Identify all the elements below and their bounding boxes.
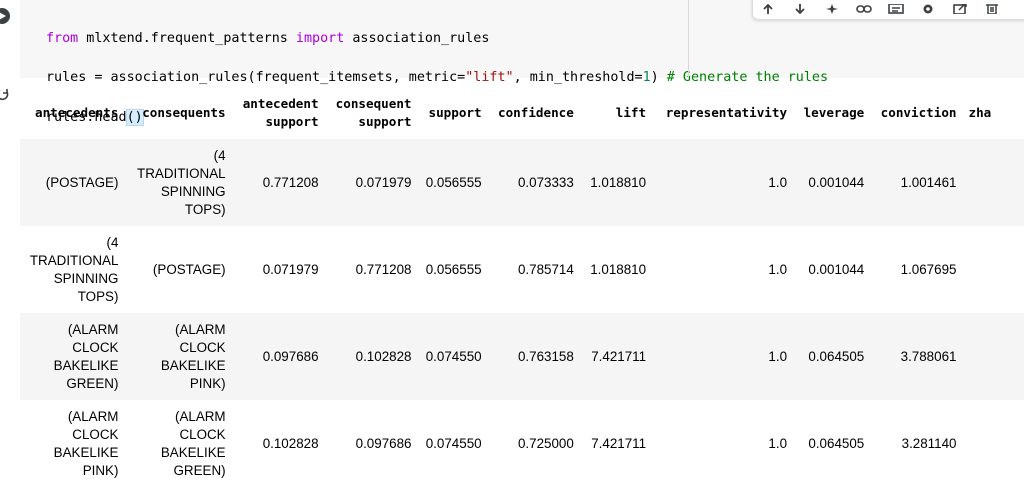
table-cell: (ALARM CLOCK BAKELIKE PINK): [124, 313, 232, 400]
arrow-down-icon[interactable]: [791, 0, 809, 14]
table-cell: 0.071979: [262, 261, 319, 277]
link-icon[interactable]: [855, 0, 873, 14]
dataframe-output: antecedents consequents antecedent suppor…: [20, 87, 1024, 482]
table-cell: [962, 226, 1024, 313]
code-line-1: from mlxtend.frequent_patterns import as…: [46, 30, 490, 46]
play-icon: [0, 12, 6, 20]
table-cell: [962, 139, 1024, 226]
table-cell: (ALARM CLOCK BAKELIKE PINK): [53, 408, 119, 478]
run-cell-button[interactable]: [0, 8, 10, 24]
trash-icon[interactable]: [983, 0, 1001, 14]
table-cell: 0.071979: [324, 139, 418, 226]
table-cell: 0.763158: [487, 313, 580, 400]
table-cell: 0.064505: [793, 313, 871, 400]
ruler-line: [688, 0, 689, 78]
col-leverage: leverage: [803, 105, 865, 120]
cell-toolbar: [752, 0, 1024, 20]
col-consequent-support: consequent support: [335, 96, 412, 129]
col-representativity: representativity: [665, 105, 788, 120]
table-cell: 0.785714: [517, 261, 574, 277]
table-row: (ALARM CLOCK BAKELIKE PINK) (ALARM CLOCK…: [20, 400, 1024, 482]
table-cell: (ALARM CLOCK BAKELIKE GREEN): [20, 313, 125, 400]
table-cell: 1.0: [768, 435, 788, 451]
table-cell: 1.067695: [900, 261, 957, 277]
table-cell: 0.102828: [324, 313, 418, 400]
table-cell: 0.056555: [417, 139, 488, 226]
sparkle-icon[interactable]: [823, 0, 841, 14]
col-antecedents: antecedents: [35, 105, 119, 120]
table-cell: 0.056555: [425, 261, 482, 277]
table-cell: 0.102828: [262, 435, 319, 451]
table-cell: 3.281140: [901, 435, 957, 451]
col-confidence: confidence: [498, 105, 574, 120]
col-conviction: conviction: [880, 105, 957, 120]
table-cell: 0.001044: [808, 261, 865, 277]
table-cell: 0.074550: [417, 313, 488, 400]
table-cell: [962, 400, 1024, 482]
table-cell: 1.001461: [870, 139, 963, 226]
table-cell: (4 TRADITIONAL SPINNING TOPS): [124, 139, 232, 226]
table-cell: (4 TRADITIONAL SPINNING TOPS): [29, 234, 119, 304]
arrow-up-icon[interactable]: [759, 0, 777, 14]
rules-table: antecedents consequents antecedent suppor…: [20, 87, 1024, 482]
gear-icon[interactable]: [919, 0, 937, 14]
external-icon[interactable]: [951, 0, 969, 14]
table-header-row: antecedents consequents antecedent suppor…: [20, 87, 1024, 139]
col-support: support: [428, 105, 482, 120]
table-cell: 1.0: [652, 313, 794, 400]
table-cell: (POSTAGE): [20, 139, 125, 226]
col-lift: lift: [615, 105, 647, 120]
table-cell: 0.097686: [231, 313, 325, 400]
table-cell: 0.771208: [355, 261, 412, 277]
table-cell: 0.725000: [517, 435, 574, 451]
table-row: (4 TRADITIONAL SPINNING TOPS) (POSTAGE) …: [20, 226, 1024, 313]
table-cell: 0.073333: [487, 139, 580, 226]
col-antecedent-support: antecedent support: [242, 96, 319, 129]
table-cell: (ALARM CLOCK BAKELIKE GREEN): [160, 408, 226, 478]
table-cell: 7.421711: [579, 313, 653, 400]
table-cell: 0.771208: [231, 139, 325, 226]
table-cell: (POSTAGE): [152, 261, 226, 277]
output-toggle-icon[interactable]: [0, 88, 10, 102]
col-zha: zha: [968, 105, 992, 120]
table-cell: 7.421711: [591, 435, 647, 451]
table-cell: 3.788061: [870, 313, 963, 400]
table-cell: 0.074550: [425, 435, 482, 451]
comment-icon[interactable]: [887, 0, 905, 14]
table-cell: 1.018810: [590, 261, 647, 277]
table-cell: 1.018810: [579, 139, 653, 226]
table-cell: [962, 313, 1024, 400]
table-cell: 1.0: [652, 139, 794, 226]
table-row: (POSTAGE) (4 TRADITIONAL SPINNING TOPS) …: [20, 139, 1024, 226]
table-cell: 1.0: [768, 261, 788, 277]
col-consequents: consequents: [142, 105, 226, 120]
table-cell: 0.097686: [355, 435, 412, 451]
table-row: (ALARM CLOCK BAKELIKE GREEN) (ALARM CLOC…: [20, 313, 1024, 400]
code-line-2: rules = association_rules(frequent_items…: [46, 70, 829, 86]
table-cell: 0.001044: [793, 139, 871, 226]
table-cell: 0.064505: [808, 435, 865, 451]
